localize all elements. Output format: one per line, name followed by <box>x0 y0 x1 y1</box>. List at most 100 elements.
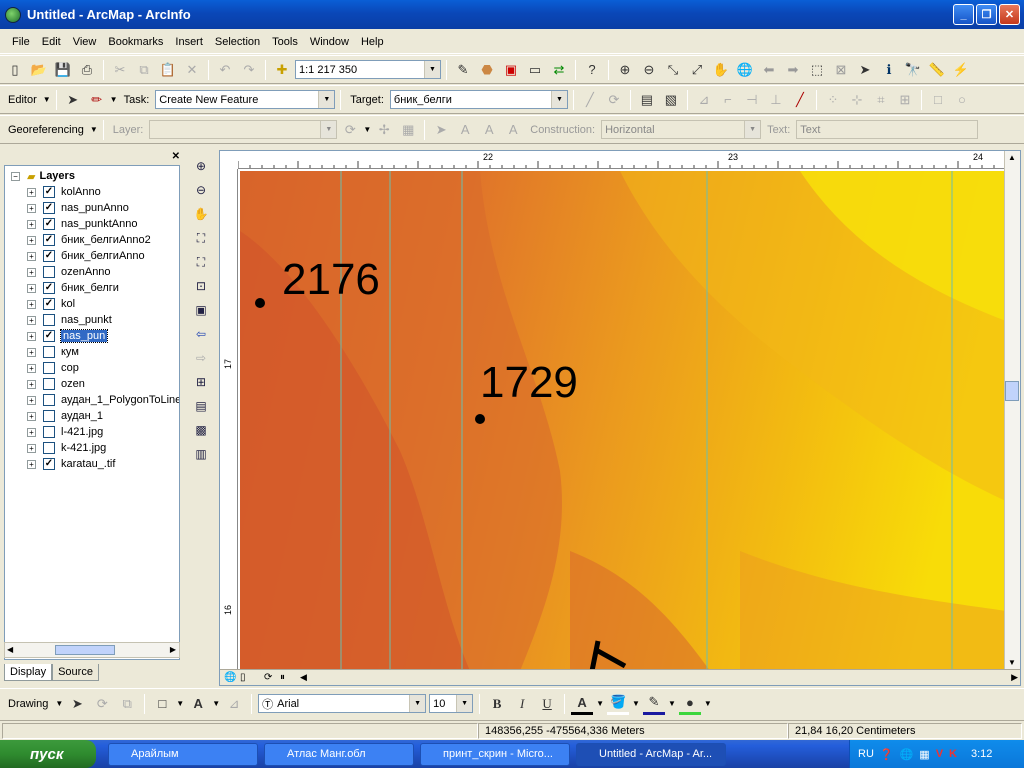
back-extent-icon[interactable]: ⬅ <box>758 59 780 81</box>
layer-name[interactable]: аудан_1 <box>61 410 103 422</box>
rotate-icon[interactable]: ⟳ <box>339 119 361 141</box>
text-tool-icon[interactable]: A <box>187 693 209 715</box>
drawing-menu[interactable]: Drawing <box>4 698 52 710</box>
pause-drawing-icon[interactable]: ⏸ <box>280 672 285 683</box>
layer-name[interactable]: l-421.jpg <box>61 426 103 438</box>
chevron-down-icon[interactable]: ▼ <box>632 699 640 708</box>
curved-text-icon[interactable]: A <box>478 119 500 141</box>
chevron-down-icon[interactable]: ▼ <box>110 95 118 104</box>
rotate-icon[interactable]: ⟳ <box>91 693 113 715</box>
expand-icon[interactable]: + <box>27 187 36 197</box>
network-icon[interactable]: ▦ <box>919 748 929 761</box>
layer-visibility-checkbox[interactable] <box>43 394 55 406</box>
open-folder-icon[interactable]: 📂 <box>28 59 50 81</box>
select-elements-icon[interactable]: ➤ <box>854 59 876 81</box>
topology-edit-icon[interactable]: ⊿ <box>693 89 715 111</box>
expand-icon[interactable]: + <box>27 331 36 341</box>
delete-icon[interactable]: ✕ <box>181 59 203 81</box>
measure-icon[interactable]: 📏 <box>926 59 948 81</box>
clear-selection-icon[interactable]: ⊠ <box>830 59 852 81</box>
menu-edit[interactable]: Edit <box>39 34 64 50</box>
menu-selection[interactable]: Selection <box>212 34 263 50</box>
layer-row[interactable]: + кум <box>27 344 79 360</box>
edit-annotation-icon[interactable]: ➤ <box>430 119 452 141</box>
expand-icon[interactable]: + <box>27 315 36 325</box>
select-features-icon[interactable]: ⬚ <box>806 59 828 81</box>
restore-button[interactable]: ❐ <box>976 4 997 25</box>
expand-icon[interactable]: + <box>27 267 36 277</box>
fixed-zoom-out-icon[interactable]: ⤢ <box>686 59 708 81</box>
editor-toolbar-icon[interactable]: ✎ <box>452 59 474 81</box>
layer-name[interactable]: kol <box>61 298 75 310</box>
layer-row[interactable]: + ozen <box>27 376 85 392</box>
menu-tools[interactable]: Tools <box>269 34 301 50</box>
taskbar-item[interactable]: Арайлым <box>108 742 258 766</box>
layer-visibility-checkbox[interactable] <box>43 378 55 390</box>
layer-visibility-checkbox[interactable]: ✓ <box>43 298 55 310</box>
layer-row[interactable]: + k-421.jpg <box>27 440 106 456</box>
scroll-down-icon[interactable]: ▼ <box>1008 658 1016 667</box>
go-back-icon[interactable]: ⇦ <box>191 324 211 344</box>
italic-button[interactable]: I <box>511 693 533 715</box>
layer-visibility-checkbox[interactable] <box>43 410 55 422</box>
layer-row[interactable]: + аудан_1 <box>27 408 103 424</box>
expand-icon[interactable]: + <box>27 379 36 389</box>
layer-name[interactable]: nas_pun <box>59 329 109 343</box>
map-vertical-scrollbar[interactable]: ▲ ▼ <box>1004 151 1020 669</box>
arctoolbox-icon[interactable]: ⬣ <box>476 59 498 81</box>
layer-row[interactable]: + ✓ nas_punAnno <box>27 200 129 216</box>
chevron-down-icon[interactable]: ▼ <box>176 699 184 708</box>
chevron-down-icon[interactable]: ▼ <box>668 699 676 708</box>
add-control-points-icon[interactable]: ✢ <box>373 119 395 141</box>
layer-name[interactable]: бник_белгиAnno2 <box>61 234 151 246</box>
edit-vertices-icon[interactable]: ⊿ <box>223 693 245 715</box>
chevron-down-icon[interactable]: ▼ <box>363 125 371 134</box>
fixed-zoom-in-icon[interactable]: ⤡ <box>662 59 684 81</box>
menu-help[interactable]: Help <box>358 34 387 50</box>
layer-visibility-checkbox[interactable]: ✓ <box>43 218 55 230</box>
chevron-down-icon[interactable]: ▼ <box>704 699 712 708</box>
layer-name[interactable]: nas_punAnno <box>61 202 129 214</box>
expand-icon[interactable]: + <box>27 395 36 405</box>
layer-name[interactable]: nas_punktAnno <box>61 218 137 230</box>
close-icon[interactable]: ✕ <box>172 151 180 162</box>
toc-horizontal-scrollbar[interactable]: ◀ ▶ <box>4 642 180 658</box>
layer-visibility-checkbox[interactable] <box>43 442 55 454</box>
chevron-down-icon[interactable]: ▼ <box>318 91 335 108</box>
layer-visibility-checkbox[interactable] <box>43 314 55 326</box>
expand-icon[interactable]: + <box>27 203 36 213</box>
generalize-icon[interactable]: ⁘ <box>822 89 844 111</box>
zoom-whole-page-icon[interactable]: ⛶ <box>191 228 211 248</box>
redo-icon[interactable]: ↷ <box>238 59 260 81</box>
construction-combo[interactable]: Horizontal ▼ <box>601 120 762 139</box>
layer-name[interactable]: ozen <box>61 378 85 390</box>
chevron-down-icon[interactable]: ▼ <box>43 95 51 104</box>
chevron-down-icon[interactable]: ▼ <box>596 699 604 708</box>
expand-icon[interactable]: + <box>27 219 36 229</box>
find-icon[interactable]: 🔭 <box>902 59 924 81</box>
help-icon[interactable]: ❓ <box>880 748 894 761</box>
rectangle-icon[interactable]: □ <box>927 89 949 111</box>
fill-color-icon[interactable]: 🪣 <box>607 693 630 715</box>
layer-row[interactable]: + аудан_1_PolygonToLine <box>27 392 179 408</box>
scroll-thumb[interactable] <box>55 645 115 655</box>
select-elements-icon[interactable]: ➤ <box>66 693 88 715</box>
merge-icon[interactable]: ⊞ <box>894 89 916 111</box>
layer-row[interactable]: + ✓ kolAnno <box>27 184 101 200</box>
taskbar-item[interactable]: принт_скрин - Micro... <box>420 742 570 766</box>
change-layout-icon[interactable]: ▥ <box>191 444 211 464</box>
layer-row[interactable]: + ✓ karatau_.tif <box>27 456 115 472</box>
layer-row[interactable]: + ✓ бник_белгиAnno <box>27 248 145 264</box>
add-data-icon[interactable]: ✚ <box>271 59 293 81</box>
rotate-tool-icon[interactable]: ⟳ <box>603 89 625 111</box>
layer-row[interactable]: + ✓ nas_pun <box>27 328 109 344</box>
link-table-icon[interactable]: ▦ <box>397 119 419 141</box>
scroll-thumb[interactable] <box>1005 381 1019 401</box>
expand-icon[interactable]: + <box>27 283 36 293</box>
zoom-to-selected-icon[interactable]: ⧉ <box>116 693 138 715</box>
expand-icon[interactable]: + <box>27 251 36 261</box>
georef-layer-combo[interactable]: ▼ <box>149 120 338 139</box>
layer-name[interactable]: ozenAnno <box>61 266 111 278</box>
expand-icon[interactable]: + <box>27 299 36 309</box>
zoom-percent-icon[interactable]: ⊞ <box>191 372 211 392</box>
